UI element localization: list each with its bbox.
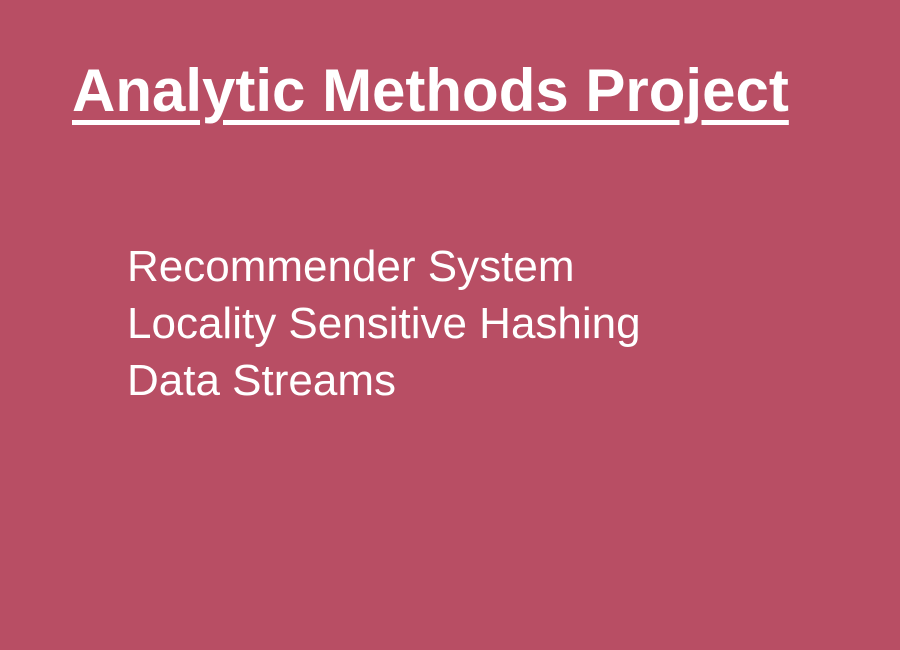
- topic-list: Recommender System Locality Sensitive Ha…: [127, 238, 641, 409]
- topic-item-locality-sensitive-hashing: Locality Sensitive Hashing: [127, 299, 641, 348]
- topic-item-data-streams: Data Streams: [127, 356, 396, 405]
- topic-item-recommender-system: Recommender System: [127, 242, 575, 291]
- slide-title: Analytic Methods Project: [72, 57, 789, 124]
- slide: Analytic Methods Project Recommender Sys…: [0, 0, 900, 650]
